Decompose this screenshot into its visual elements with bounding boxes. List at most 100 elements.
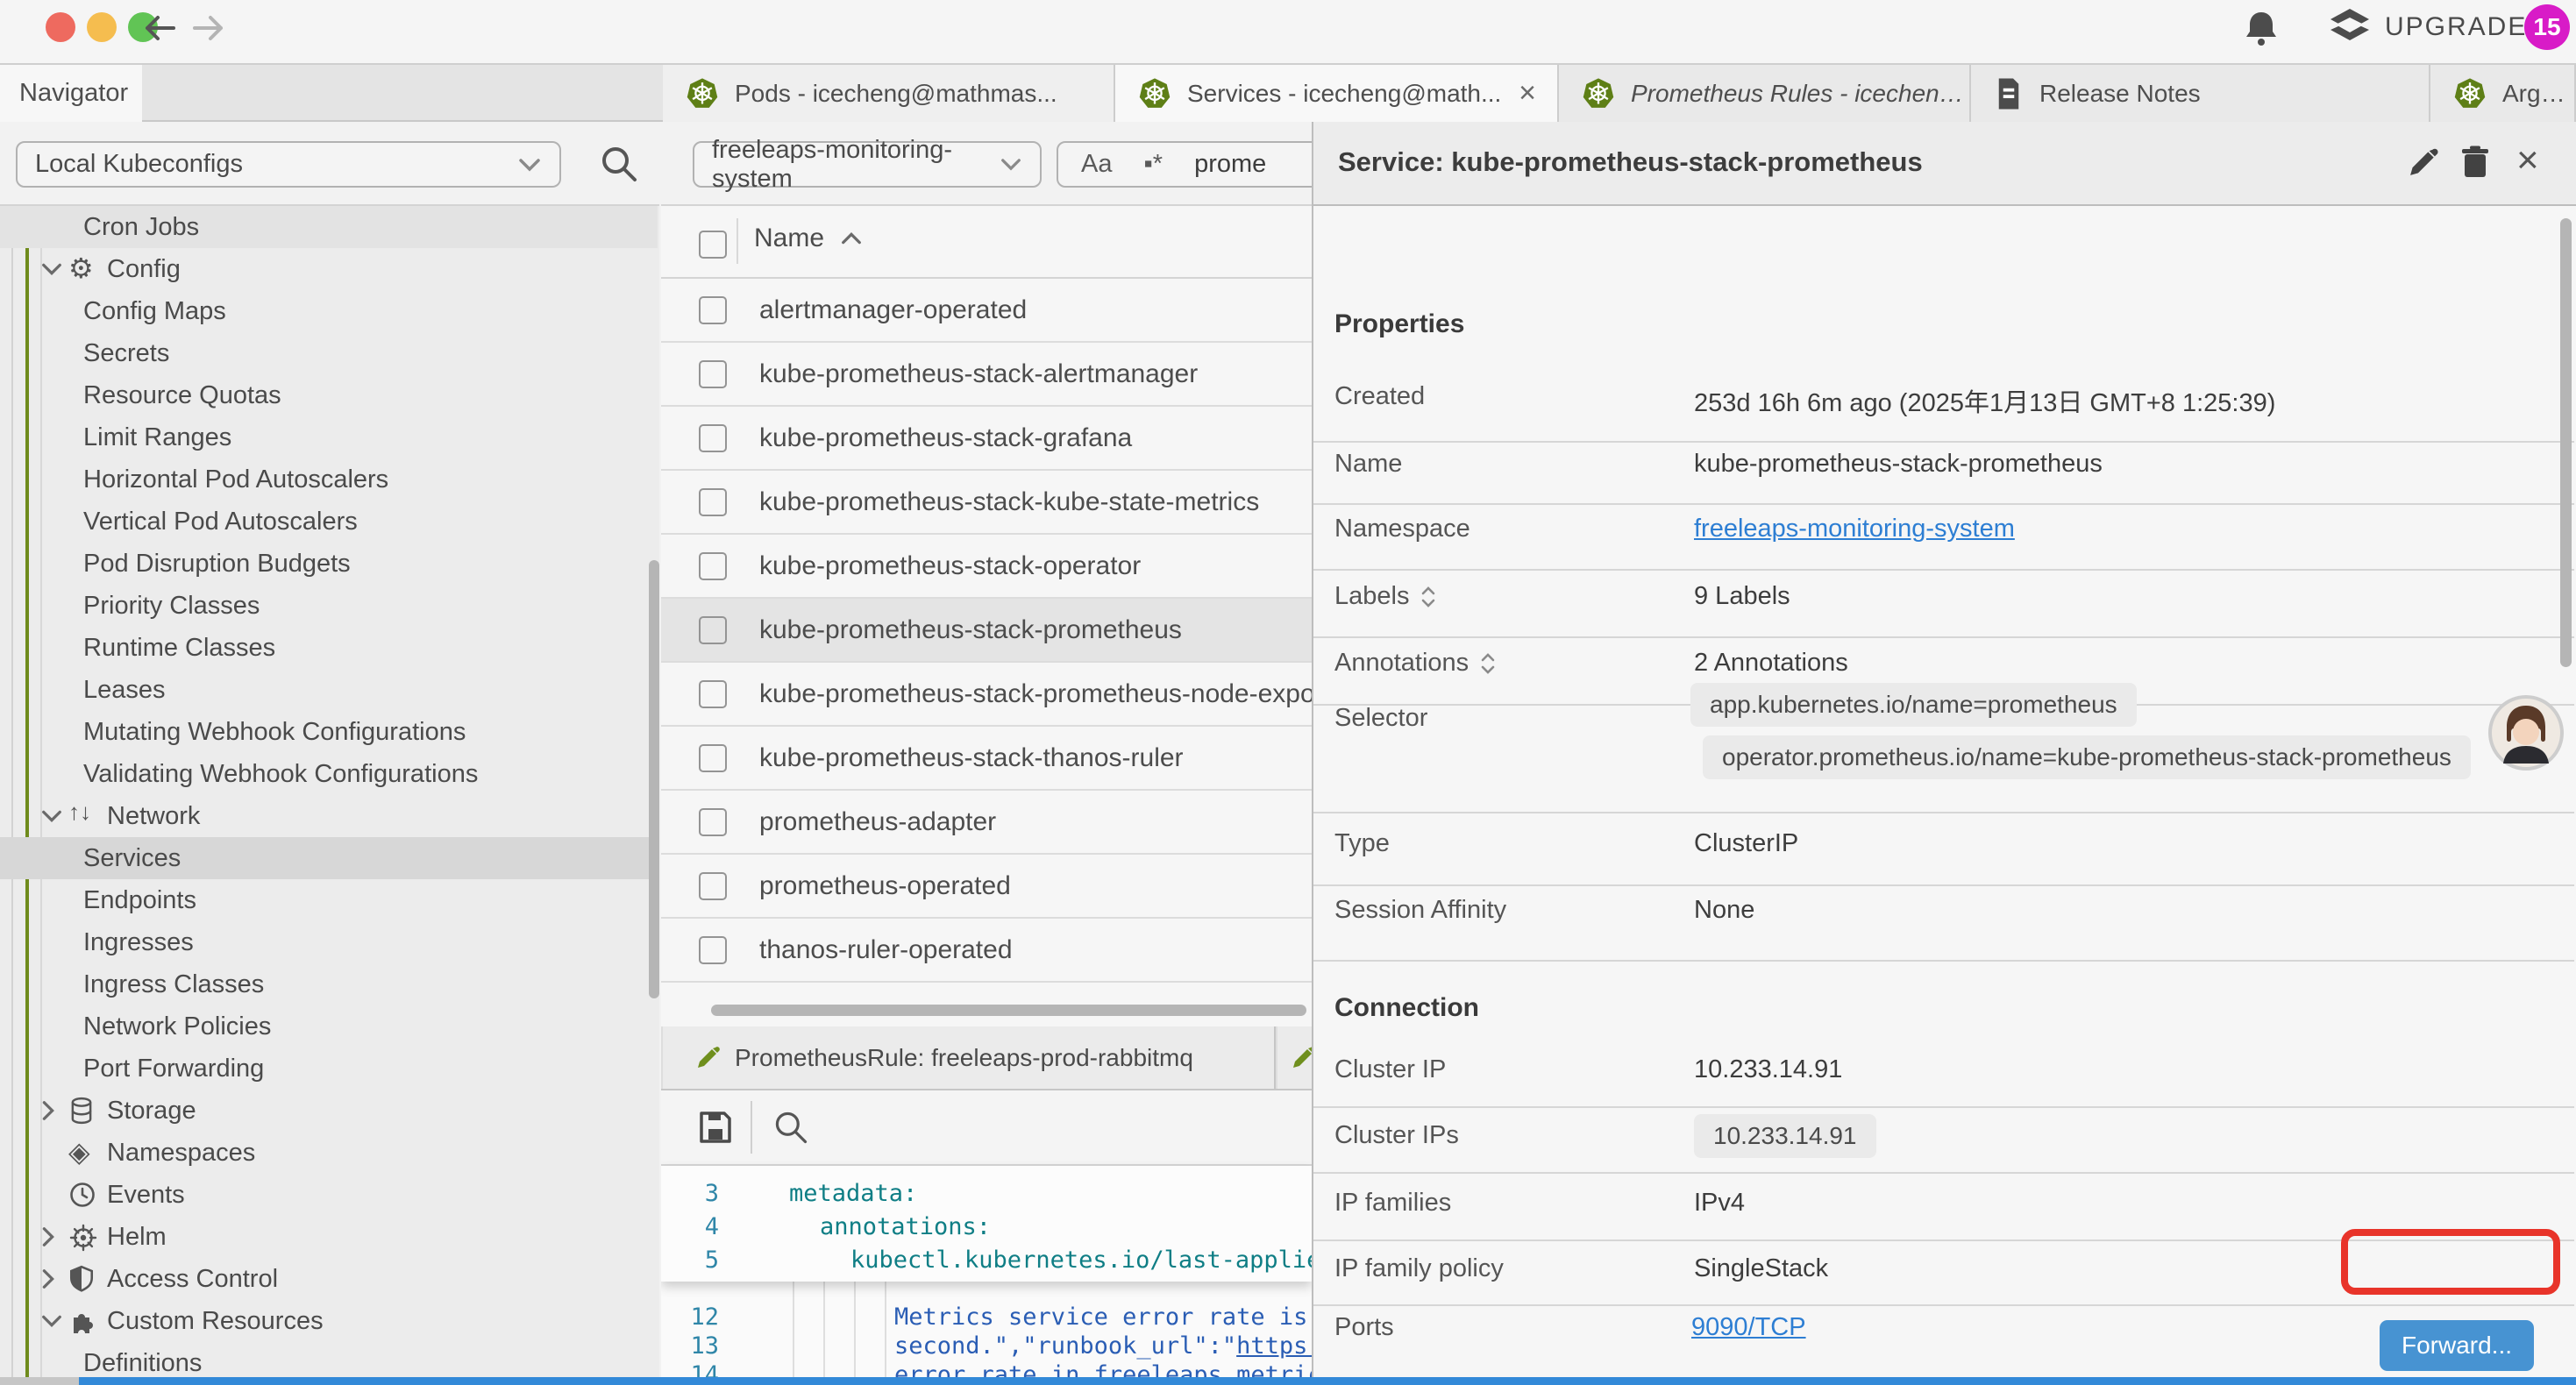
sidebar-item-secrets[interactable]: Secrets — [0, 332, 658, 374]
sidebar-scrollbar[interactable] — [649, 560, 659, 998]
sidebar-item-helm[interactable]: Helm — [0, 1216, 658, 1258]
notifications-bell-icon[interactable] — [2243, 9, 2280, 49]
row-checkbox[interactable] — [699, 744, 727, 772]
panel-scrollbar[interactable] — [2560, 218, 2572, 667]
sidebar-item-vertical-pod-autoscalers[interactable]: Vertical Pod Autoscalers — [0, 501, 658, 543]
row-checkbox[interactable] — [699, 424, 727, 452]
port-link[interactable]: 9090/TCP — [1691, 1313, 1806, 1342]
table-row[interactable]: kube-prometheus-stack-prometheus-node-ex… — [661, 663, 1312, 727]
editor-tab-prometheusrule[interactable]: PrometheusRule: freeleaps-prod-rabbitmq — [663, 1026, 1276, 1089]
tab-prometheus[interactable]: Prometheus Rules - icecheng... — [1559, 65, 1971, 122]
edit-pencil-icon[interactable] — [2406, 146, 2439, 180]
sidebar-item-runtime-classes[interactable]: Runtime Classes — [0, 627, 658, 669]
tab-argo[interactable]: Argo Se — [2430, 65, 2576, 122]
property-row-name: Name — [1334, 450, 1402, 479]
sidebar-item-network-policies[interactable]: Network Policies — [0, 1005, 658, 1048]
row-checkbox[interactable] — [699, 616, 727, 644]
row-checkbox[interactable] — [699, 808, 727, 836]
table-row[interactable]: kube-prometheus-stack-alertmanager — [661, 343, 1312, 407]
table-row[interactable]: kube-prometheus-stack-prometheus — [661, 599, 1312, 663]
sidebar-item-leases[interactable]: Leases — [0, 669, 658, 711]
tab-services[interactable]: Services - icecheng@math... × — [1115, 65, 1559, 122]
sidebar-item-resource-quotas[interactable]: Resource Quotas — [0, 374, 658, 416]
table-row[interactable]: kube-prometheus-stack-kube-state-metrics — [661, 471, 1312, 535]
table-row[interactable]: kube-prometheus-stack-operator — [661, 535, 1312, 599]
sidebar-item-validating-webhook-configurations[interactable]: Validating Webhook Configurations — [0, 753, 658, 795]
chevron-down-icon[interactable] — [40, 1313, 63, 1329]
tab-navigator[interactable]: Navigator — [0, 65, 142, 122]
chevron-right-icon[interactable] — [40, 1268, 56, 1290]
sidebar-item-config[interactable]: ⚙Config — [0, 248, 658, 290]
sidebar-item-ingresses[interactable]: Ingresses — [0, 921, 658, 963]
account-badge[interactable]: 15 — [2524, 4, 2570, 50]
save-icon[interactable] — [696, 1108, 735, 1147]
service-name: kube-prometheus-stack-alertmanager — [759, 359, 1198, 389]
row-checkbox[interactable] — [699, 552, 727, 580]
list-horizontal-scrollbar[interactable] — [711, 1005, 1306, 1016]
chevron-down-icon[interactable] — [40, 261, 63, 277]
sidebar-item-custom-resources[interactable]: Custom Resources — [0, 1300, 658, 1342]
sidebar-item-config-maps[interactable]: Config Maps — [0, 290, 658, 332]
chevron-right-icon[interactable] — [40, 1099, 56, 1122]
expand-updown-icon[interactable] — [1479, 651, 1497, 676]
editor-search-icon[interactable] — [772, 1108, 810, 1147]
upgrade-button[interactable]: UPGRADE — [2329, 7, 2527, 47]
assistant-avatar[interactable] — [2488, 695, 2564, 771]
name-column-header[interactable]: Name — [754, 224, 863, 253]
sidebar-item-priority-classes[interactable]: Priority Classes — [0, 585, 658, 627]
sidebar-search-icon[interactable] — [598, 143, 640, 185]
table-row[interactable]: alertmanager-operated — [661, 279, 1312, 343]
tab-label: Services - icecheng@math... — [1187, 80, 1501, 108]
namespace-link[interactable]: freeleaps-monitoring-system — [1694, 515, 2015, 543]
table-row[interactable]: thanos-ruler-operated — [661, 919, 1312, 983]
editor-tab-next-partial[interactable] — [1277, 1026, 1312, 1089]
row-checkbox[interactable] — [699, 296, 727, 324]
expand-updown-icon[interactable] — [1420, 585, 1437, 609]
tab-release[interactable]: Release Notes — [1971, 65, 2430, 122]
forward-button[interactable]: Forward... — [2380, 1320, 2534, 1371]
sidebar-item-endpoints[interactable]: Endpoints — [0, 879, 658, 921]
yaml-editor[interactable]: 110", "for": "1m", "labels": { "service"… — [661, 1166, 1312, 1385]
table-row[interactable]: prometheus-operated — [661, 855, 1312, 919]
sidebar-item-pod-disruption-budgets[interactable]: Pod Disruption Budgets — [0, 543, 658, 585]
sidebar-item-mutating-webhook-configurations[interactable]: Mutating Webhook Configurations — [0, 711, 658, 753]
filter-input[interactable]: Aa ▪* prome — [1057, 141, 1312, 188]
sidebar-item-port-forwarding[interactable]: Port Forwarding — [0, 1048, 658, 1090]
sidebar-item-limit-ranges[interactable]: Limit Ranges — [0, 416, 658, 458]
table-row[interactable]: prometheus-adapter — [661, 791, 1312, 855]
regex-icon[interactable]: ▪* — [1143, 150, 1163, 179]
table-row[interactable]: kube-prometheus-stack-thanos-ruler — [661, 727, 1312, 791]
window-minimize-button[interactable] — [87, 12, 117, 42]
chevron-right-icon[interactable] — [40, 1225, 56, 1248]
namespace-select[interactable]: freeleaps-monitoring-system — [693, 141, 1042, 188]
sidebar-item-storage[interactable]: Storage — [0, 1090, 658, 1132]
property-row-ports: Ports — [1334, 1313, 1394, 1342]
match-case-icon[interactable]: Aa — [1081, 150, 1112, 179]
select-all-checkbox[interactable] — [699, 231, 727, 259]
toolbar-divider — [751, 1101, 752, 1154]
row-checkbox[interactable] — [699, 360, 727, 388]
kubeconfig-select[interactable]: Local Kubeconfigs — [16, 141, 561, 188]
close-icon[interactable]: × — [2516, 141, 2539, 180]
row-checkbox[interactable] — [699, 872, 727, 900]
chevron-down-icon[interactable] — [40, 808, 63, 824]
sidebar-item-network[interactable]: ↑↓Network — [0, 795, 658, 837]
forward-arrow-icon[interactable] — [189, 11, 228, 46]
sidebar-item-access-control[interactable]: Access Control — [0, 1258, 658, 1300]
row-checkbox[interactable] — [699, 488, 727, 516]
code-link[interactable]: https://netdata — [1236, 1332, 1312, 1360]
window-close-button[interactable] — [46, 12, 75, 42]
sidebar-item-namespaces[interactable]: ◈Namespaces — [0, 1132, 658, 1174]
sidebar-item-cron-jobs[interactable]: Cron Jobs — [0, 206, 658, 248]
table-row[interactable]: kube-prometheus-stack-grafana — [661, 407, 1312, 471]
close-tab-icon[interactable]: × — [1519, 76, 1536, 110]
row-checkbox[interactable] — [699, 680, 727, 708]
sidebar-item-horizontal-pod-autoscalers[interactable]: Horizontal Pod Autoscalers — [0, 458, 658, 501]
sidebar-item-ingress-classes[interactable]: Ingress Classes — [0, 963, 658, 1005]
sidebar-item-events[interactable]: Events — [0, 1174, 658, 1216]
tab-pods[interactable]: Pods - icecheng@mathmas... — [663, 65, 1115, 122]
delete-trash-icon[interactable] — [2459, 145, 2492, 180]
row-checkbox[interactable] — [699, 936, 727, 964]
back-arrow-icon[interactable] — [140, 11, 179, 46]
sidebar-item-services[interactable]: Services — [0, 837, 658, 879]
